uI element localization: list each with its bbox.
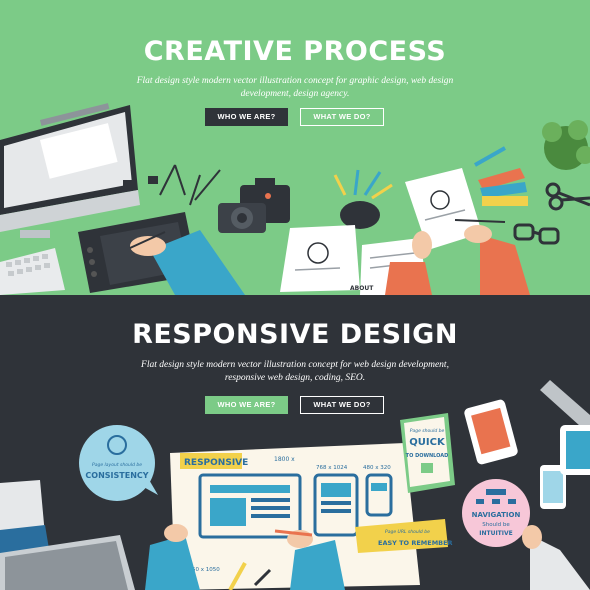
quick-label: QUICK: [409, 437, 446, 448]
about-label: ABOUT: [350, 285, 374, 292]
tablet-icon: [560, 425, 590, 475]
navigation-label: NAVIGATION: [472, 511, 521, 519]
responsive-design-banner: Page layout should be CONSISTENCY RESPON…: [0, 295, 590, 590]
banner-subtitle: Flat design style modern vector illustra…: [136, 76, 454, 99]
who-we-are-button[interactable]: WHO WE ARE?: [205, 396, 288, 414]
consistency-bubble: Page layout should be CONSISTENCY: [79, 425, 158, 501]
download-icon: [421, 463, 433, 473]
easy-label: EASY TO REMEMBER: [378, 539, 453, 547]
quick-note: Page should be QUICK TO DOWNLOAD: [400, 413, 455, 493]
size-480-label: 480 x 320: [363, 465, 391, 471]
color-swatches-icon: [478, 168, 528, 206]
plant-icon: [542, 120, 590, 170]
pencil-cup-icon: [333, 169, 393, 229]
download-label: TO DOWNLOAD: [406, 453, 449, 459]
compass-icon: [159, 164, 221, 206]
banner-title: CREATIVE PROCESS: [143, 36, 447, 67]
easy-small-label: Page URL should be: [385, 529, 430, 535]
glasses-icon: [513, 223, 560, 245]
what-we-do-button[interactable]: WHAT WE DO?: [300, 396, 384, 414]
size-768-label: 768 x 1024: [316, 465, 348, 471]
banner-title: RESPONSIVE DESIGN: [132, 319, 458, 350]
what-we-do-button[interactable]: WHAT WE DO?: [300, 108, 384, 126]
who-we-are-button[interactable]: WHO WE ARE?: [205, 108, 288, 126]
intuitive-label: INTUITIVE: [479, 530, 513, 537]
nav-should-label: Should be: [482, 522, 510, 528]
camera-icon: [218, 178, 290, 233]
scissors-icon: [545, 182, 590, 211]
keyboard-icon: [0, 248, 65, 295]
consistency-small-label: Page layout should be: [92, 462, 142, 468]
navigation-bubble: NAVIGATION Should be INTUITIVE: [462, 479, 530, 547]
pen-icon: [474, 146, 506, 167]
right-hand-icon: [454, 219, 530, 295]
hand-with-phone-icon: [522, 525, 590, 590]
monitor-icon: [0, 103, 140, 238]
consistency-label: CONSISTENCY: [85, 471, 148, 480]
size-1800-label: 1800 x: [274, 456, 295, 463]
orange-phone-icon: [464, 399, 518, 465]
creative-process-banner: ABOUT CREATIVE PROCESS Flat design style…: [0, 0, 590, 295]
responsive-label: RESPONSIVE: [184, 458, 248, 468]
quick-small-label: Page should be: [410, 428, 445, 434]
banner-subtitle: Flat design style modern vector illustra…: [141, 360, 449, 383]
